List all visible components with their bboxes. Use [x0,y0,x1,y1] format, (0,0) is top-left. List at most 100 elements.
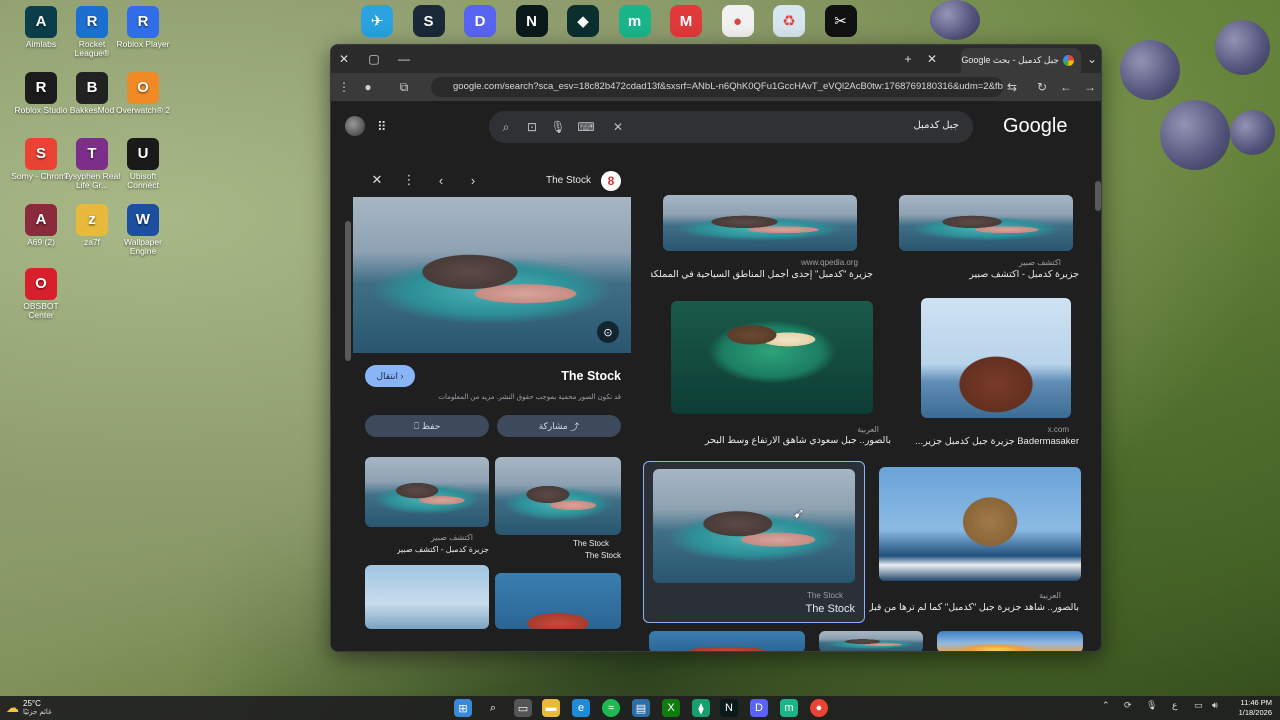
profile-icon[interactable]: ● [359,78,377,96]
desktop-shortcut[interactable]: O Overwatch® 2 [113,72,173,115]
related-image[interactable] [365,457,489,527]
results-scrollbar[interactable] [1095,181,1101,211]
app-icon[interactable]: N [720,699,738,717]
spotify-icon[interactable]: ≈ [602,699,620,717]
result-image[interactable] [879,467,1081,581]
result-image[interactable] [671,301,873,414]
result-image[interactable] [921,298,1071,418]
file-explorer-icon[interactable]: ▬ [542,699,560,717]
weather-widget[interactable]: ☁ 25°C غائم جزئيًا [6,699,52,716]
google-logo[interactable]: Google [1003,115,1068,138]
lens-search-icon[interactable]: ⊙ [597,321,619,343]
display-icon[interactable]: ▭ [1194,700,1203,711]
desktop-shortcut[interactable]: U Ubisoft Connect [113,138,173,191]
result-caption[interactable]: بالصور.. جبل سعودي شاهق الارتفاع وسط الب… [701,435,891,446]
share-label: مشاركة [538,420,568,431]
result-image[interactable] [819,631,923,651]
related-image[interactable] [365,565,489,629]
app-icon[interactable]: ⧫ [692,699,710,717]
result-caption[interactable]: جزيرة كدمبل - اكتشف صبير [919,269,1079,280]
app-icon[interactable]: ▤ [632,699,650,717]
search-query: جبل كدمبل [913,120,959,131]
related-source: اكتشف صبير [430,533,473,542]
steam-icon[interactable]: S [412,5,445,37]
chrome-icon[interactable]: ● [810,699,828,717]
discord-icon[interactable]: D [750,699,768,717]
extensions-icon[interactable]: ⧉ [395,78,413,96]
search-icon[interactable]: ⌕ [497,118,515,136]
show-hidden-icons-icon[interactable]: ⌃ [1102,700,1110,711]
panel-source-name[interactable]: The Stock [546,175,591,186]
result-image[interactable] [649,631,805,651]
save-button[interactable]: ⎕ حفظ [365,415,489,437]
share-button[interactable]: مشاركة ⤴ [497,415,621,437]
more-options-icon[interactable]: ⋮ [400,171,418,189]
clock[interactable]: 11:46 PM 1/18/2026 [1239,698,1272,718]
related-caption[interactable]: جزيرة كدمبل - اكتشف صبير [397,545,489,554]
prev-image-icon[interactable]: ‹ [432,171,450,189]
task-view-icon[interactable]: ▭ [514,699,532,717]
related-image[interactable] [495,573,621,629]
result-caption[interactable]: بالصور.. شاهد جزيرة جبل "كدمبل" كما لم ت… [869,602,1079,613]
desktop-shortcut[interactable]: O OBSBOT Center [11,268,71,321]
wallpaper-berry [1120,40,1180,100]
lens-icon[interactable]: ⊡ [523,118,541,136]
language-indicator[interactable]: ع [1172,700,1177,711]
related-caption[interactable]: The Stock [585,551,621,560]
gem-icon[interactable]: ◆ [567,5,599,37]
result-source: اكتشف صبير [1018,258,1061,267]
close-panel-icon[interactable]: ✕ [368,171,386,189]
result-image[interactable] [937,631,1083,651]
close-window-icon[interactable]: ✕ [335,50,353,68]
recycle-bin-icon[interactable]: ♻ [773,5,805,37]
app-icon[interactable]: N [515,5,548,37]
keyboard-icon[interactable]: ⌨ [577,118,595,136]
result-caption[interactable]: Badermasaker جزيرة جبل كدمبل جزير... [889,436,1079,447]
result-caption[interactable]: جزيرة "كدمبل" إحدى أجمل المناطق السياحية… [651,269,873,280]
desktop-shortcut[interactable]: W Wallpaper Engine [113,204,173,257]
reload-icon[interactable]: ↻ [1033,78,1051,96]
tab-search[interactable]: جبل كدمبل - بحث Google [961,48,1081,73]
result-image[interactable] [899,195,1073,251]
menu-icon[interactable]: ⋮ [335,78,353,96]
related-image[interactable] [495,457,621,535]
start-icon[interactable]: ⊞ [454,699,472,717]
result-caption[interactable]: The Stock [805,603,855,615]
mouse-cursor-icon: ➹ [793,505,805,521]
tray-app-icon[interactable]: ⟳ [1124,700,1132,711]
capcut-icon[interactable]: ✂ [824,5,857,37]
discord-icon[interactable]: D [464,5,496,37]
url-input[interactable]: google.com/search?sca_esv=18c82b472cdad1… [431,77,1003,97]
desktop-shortcut[interactable]: R Roblox Player [113,6,173,49]
voice-search-icon[interactable]: 🎙︎ [549,118,567,136]
result-image[interactable] [653,469,855,583]
visit-button[interactable]: انتقال › [365,365,415,387]
maximize-icon[interactable]: ▢ [365,50,383,68]
tab-search-icon[interactable]: ⌄ [1083,50,1101,68]
edge-icon[interactable]: e [572,699,590,717]
search-icon[interactable]: ⌕ [484,699,502,717]
microphone-icon[interactable]: 🎙︎ [1146,700,1157,711]
site-settings-icon[interactable]: ⇆ [1003,78,1021,96]
clear-search-icon[interactable]: ✕ [609,118,627,136]
preview-image[interactable] [353,197,631,353]
app-icon[interactable]: M [670,5,702,37]
app-icon[interactable]: m [618,5,651,37]
xbox-icon[interactable]: X [662,699,680,717]
chrome-icon[interactable]: ● [721,5,754,37]
forward-icon[interactable]: ← [1057,78,1075,96]
panel-scrollbar[interactable] [345,221,351,361]
result-image[interactable] [663,195,857,251]
close-tab-icon[interactable]: ✕ [923,50,941,68]
app-icon[interactable]: m [780,699,798,717]
copyright-notice[interactable]: قد تكون الصور محمية بموجب حقوق النشر. مز… [438,393,621,401]
avatar[interactable] [345,116,365,136]
back-icon[interactable]: → [1081,78,1099,96]
apps-grid-icon[interactable]: ⠿ [377,119,393,135]
new-tab-icon[interactable]: + [899,50,917,68]
search-input[interactable]: ⌕ ⊡ 🎙︎ ⌨ ✕ جبل كدمبل [489,111,973,143]
next-image-icon[interactable]: › [464,171,482,189]
speaker-icon[interactable]: 🔊︎ [1212,700,1218,711]
minimize-icon[interactable]: — [395,50,413,68]
telegram-icon[interactable]: ✈ [361,5,393,37]
